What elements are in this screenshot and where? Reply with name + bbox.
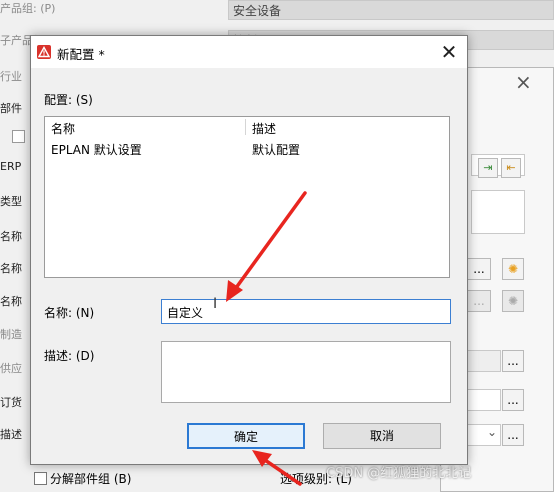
arrow-to-ok-button: [252, 450, 302, 486]
annotation-arrows: [226, 191, 307, 486]
arrow-to-name-input: [226, 191, 307, 302]
